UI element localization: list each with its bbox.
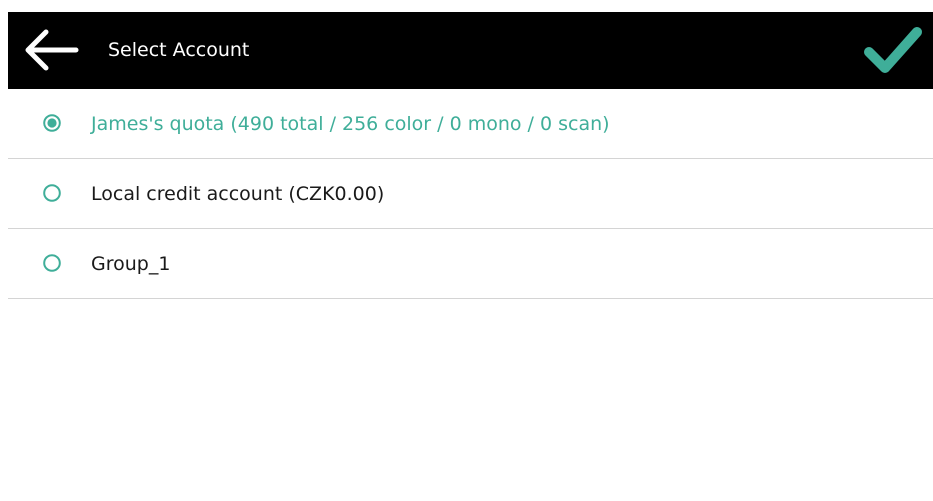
account-option-label: James's quota (490 total / 256 color / 0…	[91, 113, 610, 135]
checkmark-icon	[864, 27, 922, 73]
radio-unselected-icon[interactable]	[43, 254, 61, 272]
select-account-screen: Select Account James's quota (490 total …	[0, 0, 933, 501]
account-option-james-quota[interactable]: James's quota (490 total / 256 color / 0…	[8, 89, 933, 159]
account-option-label: Local credit account (CZK0.00)	[91, 183, 385, 205]
confirm-button[interactable]	[863, 24, 923, 78]
radio-unselected-icon[interactable]	[43, 184, 61, 202]
back-button[interactable]	[20, 24, 82, 76]
radio-selected-icon[interactable]	[43, 114, 61, 132]
account-option-local-credit[interactable]: Local credit account (CZK0.00)	[8, 159, 933, 229]
page-title: Select Account	[108, 39, 250, 61]
account-option-group-1[interactable]: Group_1	[8, 229, 933, 299]
header-bar: Select Account	[8, 12, 933, 89]
account-option-label: Group_1	[91, 253, 171, 275]
account-list: James's quota (490 total / 256 color / 0…	[8, 89, 933, 299]
arrow-left-icon	[25, 29, 79, 71]
